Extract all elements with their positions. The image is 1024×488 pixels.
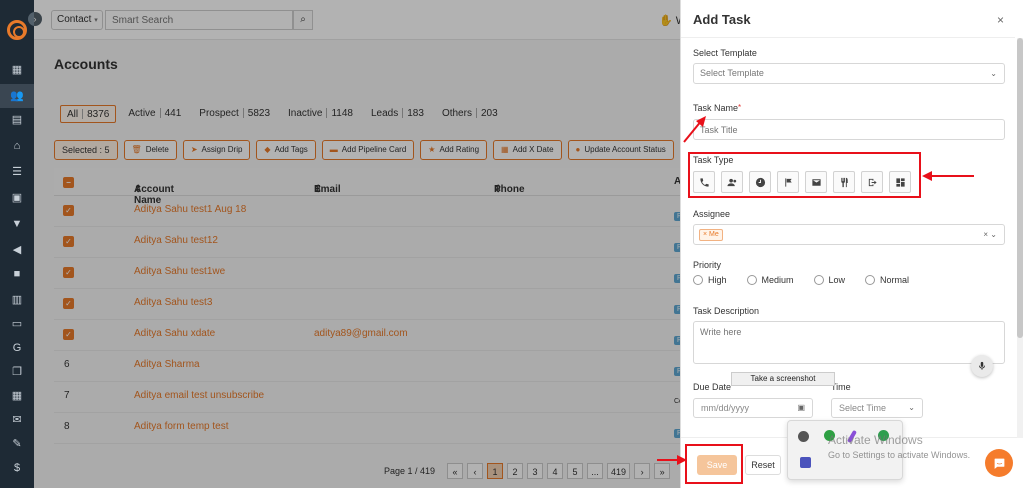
radio-button[interactable] (865, 275, 876, 285)
chat-icon (994, 458, 1004, 469)
task-description-label: Task Description (693, 306, 760, 316)
due-date-label: Due Date (693, 382, 732, 392)
select-template-value: Select Template (700, 68, 764, 78)
chevron-down-icon: ⌄ (990, 69, 997, 78)
chart-icon[interactable]: ▥ (11, 294, 23, 306)
calendar-icon[interactable]: ▣ (797, 399, 805, 417)
modal-header: Add Task × (681, 0, 1015, 38)
book-icon[interactable]: ■ (11, 268, 23, 280)
save-highlight-box (685, 444, 743, 484)
required-marker: * (738, 103, 742, 112)
radio-button[interactable] (813, 275, 824, 285)
mail-icon[interactable]: ✉ (11, 414, 23, 426)
app-logo (7, 20, 27, 40)
task-title-input[interactable] (693, 119, 1005, 140)
chevron-down-icon: ⌄ (908, 403, 915, 412)
dollar-icon[interactable]: $ (11, 462, 23, 474)
select-template-label: Select Template (693, 48, 757, 58)
priority-high-option[interactable]: High (693, 275, 727, 285)
list-icon[interactable]: ☰ (11, 166, 23, 178)
filter-icon[interactable]: ▼ (11, 218, 23, 230)
close-icon[interactable]: × (997, 13, 1004, 27)
left-sidebar: › ▦ 👥 ▤ ⌂ ☰ ▣ ▼ ◀ ■ ▥ ▭ G ❐ ▦ ✉ ✎ $ (0, 0, 42, 488)
due-date-placeholder: mm/dd/yyyy (701, 403, 750, 413)
screenshot-tooltip: Take a screenshot (731, 372, 835, 386)
priority-option-label: Medium (761, 275, 794, 285)
onedrive-icon[interactable] (798, 431, 809, 442)
chat-widget-button[interactable] (985, 449, 1013, 477)
bank-icon[interactable]: ⌂ (11, 140, 23, 152)
priority-option-label: Low (828, 275, 846, 285)
documents-icon[interactable]: ▤ (11, 114, 23, 126)
time-select[interactable]: Select Time ⌄ (831, 398, 923, 418)
priority-normal-option[interactable]: Normal (865, 275, 909, 285)
priority-option-label: Normal (880, 275, 910, 285)
microphone-icon (979, 361, 985, 370)
teams-icon[interactable] (800, 457, 811, 468)
select-template-dropdown[interactable]: Select Template ⌄ (693, 63, 1005, 84)
time-placeholder: Select Time (839, 403, 887, 413)
contacts-icon[interactable]: ▣ (11, 192, 23, 204)
radio-button[interactable] (693, 275, 703, 285)
priority-label: Priority (693, 260, 722, 270)
modal-backdrop[interactable] (34, 0, 714, 488)
arrow-to-save-icon (657, 455, 687, 465)
due-date-input[interactable]: mm/dd/yyyy ▣ (693, 398, 813, 418)
activate-windows-title: Activate Windows (828, 433, 923, 447)
assignee-tag-label: Me (709, 231, 719, 238)
priority-low-option[interactable]: Low (813, 275, 846, 285)
modal-scrollbar[interactable] (1017, 38, 1023, 438)
google-icon[interactable]: G (11, 342, 23, 354)
arrow-to-task-name-icon (683, 116, 706, 143)
megaphone-icon[interactable]: ◀ (11, 244, 23, 256)
priority-radio-group: High Medium Low Normal (693, 275, 929, 285)
assignee-multiselect[interactable]: × Me × ⌄ (693, 224, 1005, 245)
voice-input-button[interactable] (971, 355, 993, 377)
copy-icon[interactable]: ❐ (11, 366, 23, 378)
folder-icon[interactable]: ▭ (11, 318, 23, 330)
assignee-label: Assignee (693, 209, 731, 219)
reset-button[interactable]: Reset (745, 455, 781, 475)
activate-windows-subtitle: Go to Settings to activate Windows. (828, 450, 971, 460)
clear-and-chevron-icon[interactable]: × ⌄ (983, 225, 997, 244)
tag-remove-icon[interactable]: × (703, 231, 707, 238)
scrollbar-thumb[interactable] (1017, 38, 1023, 338)
calendar-icon[interactable]: ▦ (11, 390, 23, 402)
priority-option-label: High (708, 275, 727, 285)
assignee-tag-me[interactable]: × Me (699, 229, 723, 241)
add-task-modal: Add Task × Select Template Select Templa… (680, 0, 1024, 488)
radio-button[interactable] (746, 275, 757, 285)
task-type-highlight-box (688, 152, 921, 198)
accounts-icon[interactable]: 👥 (0, 84, 34, 108)
signature-icon[interactable]: ✎ (11, 438, 23, 450)
modal-title: Add Task (693, 12, 751, 27)
task-description-textarea[interactable] (693, 321, 1005, 364)
dashboard-icon[interactable]: ▦ (11, 64, 23, 76)
arrow-to-task-type-icon (922, 171, 974, 181)
priority-medium-option[interactable]: Medium (746, 275, 794, 285)
